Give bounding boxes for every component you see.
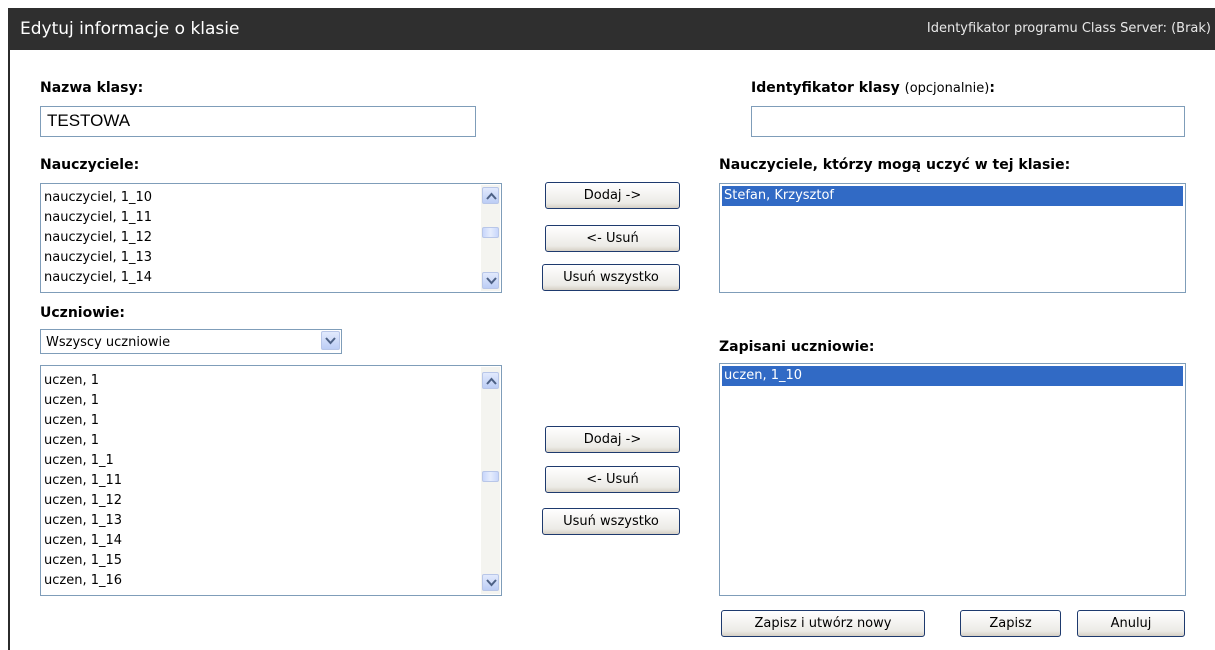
teacher-remove-button[interactable]: <- Usuń: [545, 225, 680, 252]
list-item[interactable]: uczen, 1: [41, 411, 501, 431]
list-item[interactable]: uczen, 1_14: [41, 531, 501, 551]
chevron-down-icon[interactable]: [482, 272, 499, 289]
dialog-title: Edytuj informacje o klasie: [20, 19, 240, 39]
cancel-button[interactable]: Anuluj: [1077, 610, 1185, 637]
list-item[interactable]: nauczyciel, 1_10: [41, 188, 501, 208]
list-item[interactable]: uczen, 1: [41, 391, 501, 411]
list-item[interactable]: uczen, 1_12: [41, 491, 501, 511]
program-id-label: Identyfikator programu Class Server: (Br…: [926, 21, 1211, 36]
students-scrollbar[interactable]: [481, 367, 500, 594]
students-label: Uczniowie:: [40, 305, 126, 321]
dialog-titlebar: Edytuj informacje o klasie Identyfikator…: [8, 8, 1215, 50]
enrolled-students-listbox[interactable]: uczen, 1_10: [719, 363, 1186, 596]
list-item[interactable]: uczen, 1_13: [41, 511, 501, 531]
student-remove-button[interactable]: <- Usuń: [545, 466, 680, 493]
assigned-teachers-listbox[interactable]: Stefan, Krzysztof: [719, 183, 1186, 293]
class-id-input[interactable]: [751, 106, 1185, 137]
list-item[interactable]: uczen, 1_16: [41, 571, 501, 591]
class-name-label: Nazwa klasy:: [40, 80, 144, 96]
chevron-up-icon[interactable]: [482, 187, 499, 204]
list-item[interactable]: uczen, 1_1: [41, 451, 501, 471]
class-name-input[interactable]: TESTOWA: [40, 106, 476, 137]
scrollbar-thumb[interactable]: [482, 471, 499, 482]
list-item[interactable]: Stefan, Krzysztof: [722, 186, 1183, 206]
list-item[interactable]: nauczyciel, 1_13: [41, 248, 501, 268]
list-item[interactable]: uczen, 1: [41, 371, 501, 391]
student-add-button[interactable]: Dodaj ->: [545, 426, 680, 453]
list-item[interactable]: uczen, 1_15: [41, 551, 501, 571]
teachers-label: Nauczyciele:: [40, 157, 140, 173]
student-remove-all-button[interactable]: Usuń wszystko: [542, 508, 680, 535]
save-and-new-button[interactable]: Zapisz i utwórz nowy: [721, 610, 925, 637]
save-button[interactable]: Zapisz: [960, 610, 1061, 637]
list-item[interactable]: uczen, 1_11: [41, 471, 501, 491]
class-id-label: Identyfikator klasy (opcjonalnie):: [751, 80, 995, 96]
chevron-down-icon[interactable]: [321, 331, 340, 350]
teachers-scrollbar[interactable]: [481, 185, 500, 291]
assigned-teachers-label: Nauczyciele, którzy mogą uczyć w tej kla…: [719, 157, 1071, 173]
teachers-listbox[interactable]: nauczyciel, 1_10 nauczyciel, 1_11 nauczyci…: [40, 183, 502, 293]
enrolled-students-label: Zapisani uczniowie:: [719, 339, 875, 355]
list-item[interactable]: nauczyciel, 1_12: [41, 228, 501, 248]
students-filter-value: Wszyscy uczniowie: [46, 335, 171, 350]
list-item[interactable]: uczen, 1: [41, 431, 501, 451]
chevron-down-icon[interactable]: [482, 574, 499, 591]
students-listbox[interactable]: uczen, 1 uczen, 1 uczen, 1 uczen, 1 uczen, 1…: [40, 365, 502, 596]
list-item[interactable]: nauczyciel, 1_14: [41, 268, 501, 288]
teacher-add-button[interactable]: Dodaj ->: [545, 182, 680, 209]
chevron-up-icon[interactable]: [482, 372, 499, 389]
scrollbar-thumb[interactable]: [482, 227, 499, 238]
students-filter-select[interactable]: Wszyscy uczniowie: [40, 329, 342, 354]
list-item[interactable]: nauczyciel, 1_11: [41, 208, 501, 228]
teacher-remove-all-button[interactable]: Usuń wszystko: [542, 264, 680, 291]
list-item[interactable]: uczen, 1_10: [722, 366, 1183, 386]
